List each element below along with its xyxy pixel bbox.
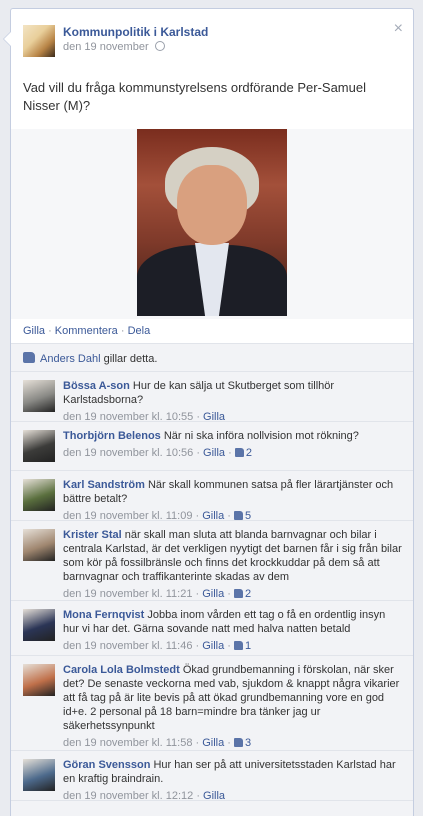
comment-like-link[interactable]: Gilla: [202, 737, 224, 749]
comment-meta: den 19 november kl. 11:58 · Gilla · 3: [63, 737, 252, 749]
commenter-avatar[interactable]: [23, 430, 55, 462]
comment-timestamp[interactable]: den 19 november kl. 10:56: [63, 447, 193, 459]
post-actions: Gilla · Kommentera · Dela: [23, 325, 151, 337]
page-name-link[interactable]: Kommunpolitik i Karlstad: [63, 25, 208, 39]
post-text: Vad vill du fråga kommunstyrelsens ordfö…: [23, 80, 366, 113]
thumbs-up-icon: [234, 511, 244, 520]
feedback-section: Anders Dahl gillar detta. Bössa A-son Hu…: [11, 343, 413, 816]
comment-body: Karl Sandström När skall kommunen satsa …: [63, 478, 403, 523]
comment-meta: den 19 november kl. 10:56 · Gilla · 2: [63, 447, 252, 459]
thumbs-up-icon: [234, 641, 244, 650]
globe-icon: [154, 41, 165, 51]
comment-item: Karl Sandström När skall kommunen satsa …: [11, 471, 413, 523]
comment-like-link[interactable]: Gilla: [202, 640, 224, 652]
commenter-name-link[interactable]: Mona Fernqvist: [63, 609, 144, 621]
commenter-avatar[interactable]: [23, 759, 55, 791]
post-date: den 19 november: [63, 41, 165, 53]
comment-like-link[interactable]: Gilla: [202, 588, 224, 600]
thumbs-up-icon: [23, 352, 35, 363]
commenter-avatar[interactable]: [23, 664, 55, 696]
comment-item: Bössa A-son Hur de kan sälja ut Skutberg…: [11, 372, 413, 424]
comment-body: Carola Lola Bolmstedt Ökad grundbemannin…: [63, 663, 403, 750]
commenter-name-link[interactable]: Krister Stal: [63, 529, 122, 541]
comment-body: Thorbjörn Belenos När ni ska införa noll…: [63, 429, 403, 460]
comment-body: Krister Stal när skall man sluta att bla…: [63, 528, 403, 601]
comment-text: När ni ska införa nollvision mot rökning…: [163, 430, 359, 442]
commenter-name-link[interactable]: Karl Sandström: [63, 479, 145, 491]
share-link[interactable]: Dela: [128, 325, 151, 337]
comment-like-link[interactable]: Gilla: [203, 447, 225, 459]
post-photo[interactable]: [137, 129, 287, 316]
comment-meta: den 19 november kl. 11:21 · Gilla · 2: [63, 588, 252, 600]
comment-timestamp[interactable]: den 19 november kl. 11:58: [63, 737, 192, 749]
thumbs-up-icon: [234, 448, 244, 457]
comment-body: Mona Fernqvist Jobba inom vården ett tag…: [63, 608, 403, 653]
comment-item: Göran Svensson Hur han ser på att univer…: [11, 751, 413, 803]
commenter-avatar[interactable]: [23, 529, 55, 561]
commenter-avatar[interactable]: [23, 479, 55, 511]
page-avatar[interactable]: [23, 25, 55, 57]
thumbs-up-icon: [234, 589, 244, 598]
commenter-name-link[interactable]: Bössa A-son: [63, 380, 130, 392]
commenter-avatar[interactable]: [23, 609, 55, 641]
commenter-name-link[interactable]: Thorbjörn Belenos: [63, 430, 161, 442]
comment-item: Thorbjörn Belenos När ni ska införa noll…: [11, 422, 413, 471]
post-date-text[interactable]: den 19 november: [63, 41, 149, 53]
comment-like-count[interactable]: 1: [234, 640, 251, 652]
thumbs-up-icon: [234, 738, 244, 747]
comment-meta: den 19 november kl. 12:12 · Gilla: [63, 790, 226, 802]
like-link[interactable]: Gilla: [23, 325, 45, 337]
photo-container: [11, 129, 413, 319]
post-card: Kommunpolitik i Karlstad den 19 november…: [3, 8, 414, 816]
comment-like-count[interactable]: 2: [234, 588, 251, 600]
comment-link[interactable]: Kommentera: [55, 325, 118, 337]
commenter-avatar[interactable]: [23, 380, 55, 412]
commenter-name-link[interactable]: Carola Lola Bolmstedt: [63, 664, 180, 676]
comment-timestamp[interactable]: den 19 november kl. 12:12: [63, 790, 193, 802]
liker-name-link[interactable]: Anders Dahl: [40, 353, 101, 365]
close-icon[interactable]: ×: [394, 20, 403, 38]
comment-meta: den 19 november kl. 11:46 · Gilla · 1: [63, 640, 252, 652]
comment-body: Göran Svensson Hur han ser på att univer…: [63, 758, 403, 803]
comment-item: Mona Fernqvist Jobba inom vården ett tag…: [11, 601, 413, 656]
comment-item: Krister Stal när skall man sluta att bla…: [11, 521, 413, 601]
comment-item: Carola Lola Bolmstedt Ökad grundbemannin…: [11, 656, 413, 751]
comment-like-link[interactable]: Gilla: [203, 790, 225, 802]
comment-body: Bössa A-son Hur de kan sälja ut Skutberg…: [63, 379, 403, 424]
comment-like-count[interactable]: 2: [234, 447, 252, 459]
likes-summary: Anders Dahl gillar detta.: [11, 344, 413, 372]
comment-like-count[interactable]: 3: [234, 737, 251, 749]
commenter-name-link[interactable]: Göran Svensson: [63, 759, 150, 771]
comment-timestamp[interactable]: den 19 november kl. 11:46: [63, 640, 192, 652]
comment-timestamp[interactable]: den 19 november kl. 11:21: [63, 588, 192, 600]
